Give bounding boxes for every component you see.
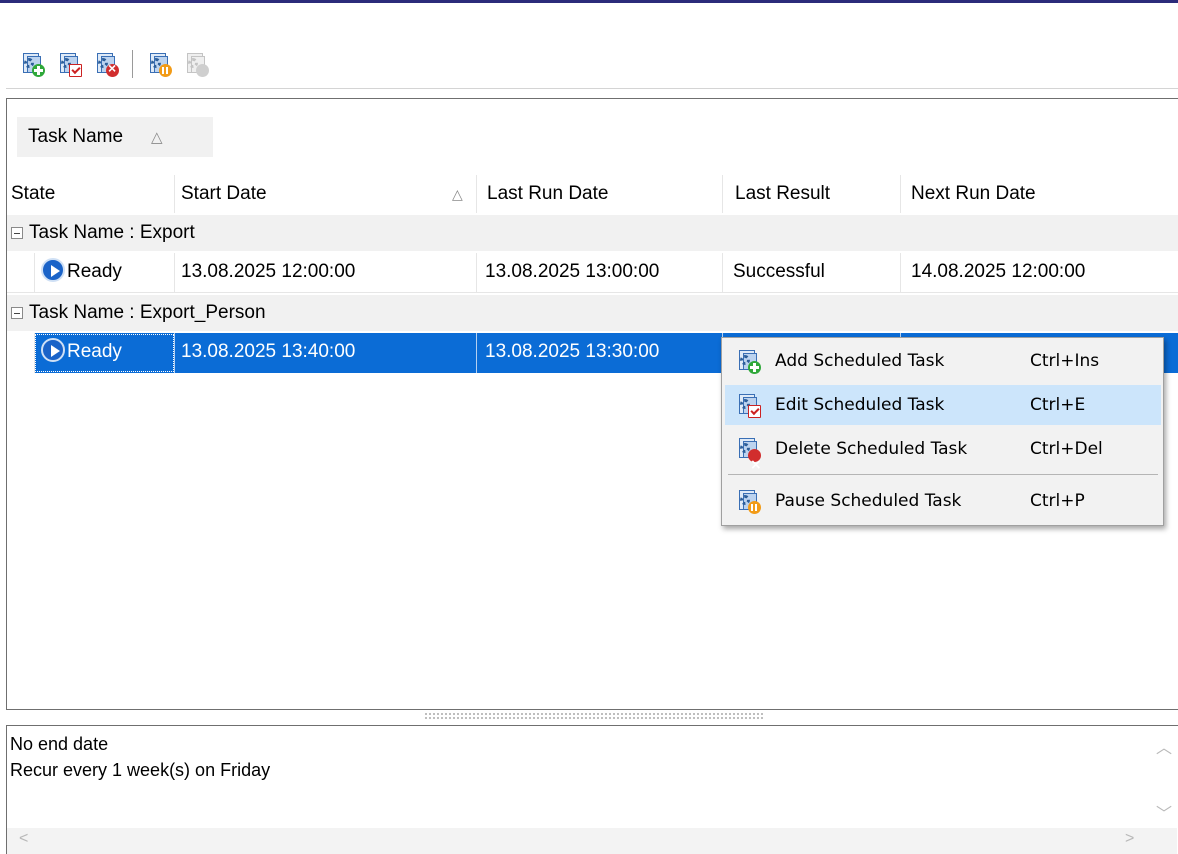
column-label: Last Run Date [487,183,609,204]
column-label: Next Run Date [911,183,1036,204]
toolbar [18,48,219,80]
chevron-up-icon[interactable]: ︿ [1156,734,1172,758]
last-result-cell: Successful [723,253,901,293]
horizontal-scrollbar[interactable]: < > [7,828,1177,854]
group-label: Task Name : Export_Person [29,302,266,323]
next-run-date-cell: 14.08.2025 12:00:00 [911,261,1086,282]
menu-item-shortcut: Ctrl+P [1030,491,1085,511]
menu-item-label: Delete Scheduled Task [775,439,968,459]
group-row-export[interactable]: Task Name : Export [7,215,1178,251]
column-header-last-result[interactable]: Last Result [723,175,901,213]
group-by-task-name[interactable]: Task Name △ [17,117,213,157]
menu-item-delete-scheduled-task[interactable]: Delete Scheduled Task Ctrl+Del [725,429,1161,485]
table-row[interactable]: Ready 13.08.2025 12:00:00 13.08.2025 13:… [7,253,1178,293]
menu-item-pause-scheduled-task[interactable]: Pause Scheduled Task Ctrl+P [725,481,1161,521]
column-label: Last Result [735,183,831,204]
task-details-memo[interactable]: No end date Recur every 1 week(s) on Fri… [6,725,1178,854]
sort-ascending-icon: △ [151,129,163,146]
group-by-label: Task Name [28,126,124,147]
task-resume-icon [185,53,209,77]
panel-splitter[interactable] [424,712,764,720]
task-pause-icon [148,53,172,77]
pause-task-button[interactable] [145,50,173,78]
menu-item-label: Edit Scheduled Task [775,395,945,415]
start-date-cell: 13.08.2025 13:40:00 [175,333,477,373]
chevron-left-icon[interactable]: < [19,830,28,848]
toolbar-divider [6,88,1178,89]
column-label: State [11,183,56,204]
menu-item-label: Add Scheduled Task [775,351,945,371]
task-delete-icon [737,438,762,485]
group-by-panel: Task Name △ [7,99,1178,175]
column-header-last-run-date[interactable]: Last Run Date [477,175,723,213]
menu-item-label: Pause Scheduled Task [775,491,962,511]
group-row-export-person[interactable]: Task Name : Export_Person [7,295,1178,331]
edit-task-button[interactable] [55,50,83,78]
menu-item-shortcut: Ctrl+E [1030,395,1086,415]
menu-item-shortcut: Ctrl+Del [1030,439,1103,459]
state-text: Ready [67,341,122,362]
column-header-state[interactable]: State [7,175,175,213]
ready-state-icon [41,338,65,363]
column-header-row: State Start Date △ Last Run Date Last Re… [7,175,1178,213]
add-task-button[interactable] [18,50,46,78]
state-cell: Ready [34,333,175,373]
menu-item-edit-scheduled-task[interactable]: Edit Scheduled Task Ctrl+E [725,385,1161,425]
toolbar-separator [132,50,133,78]
collapse-icon[interactable] [11,307,23,319]
last-run-date-cell: 13.08.2025 13:00:00 [477,253,723,293]
task-edit-icon [737,394,761,418]
collapse-icon[interactable] [11,227,23,239]
state-cell: Ready [34,253,175,293]
window-top-border [0,0,1178,3]
menu-item-add-scheduled-task[interactable]: Add Scheduled Task Ctrl+Ins [725,341,1161,381]
column-label: Start Date [181,183,267,204]
details-line: No end date [10,734,109,754]
chevron-down-icon[interactable]: ﹀ [1156,800,1172,824]
column-header-start-date[interactable]: Start Date △ [175,175,477,213]
vertical-scrollbar[interactable]: ︿ ﹀ [1146,726,1178,828]
task-delete-icon [95,53,119,77]
details-line: Recur every 1 week(s) on Friday [10,760,271,780]
menu-separator [728,474,1158,475]
start-date-cell: 13.08.2025 12:00:00 [175,253,477,293]
task-add-icon [21,53,45,77]
menu-item-shortcut: Ctrl+Ins [1030,351,1100,371]
column-header-next-run-date[interactable]: Next Run Date [901,175,1178,213]
task-add-icon [737,350,761,374]
task-edit-icon [58,53,82,77]
last-run-date-cell: 13.08.2025 13:30:00 [477,333,723,373]
context-menu: Add Scheduled Task Ctrl+Ins Edit Schedul… [721,337,1164,526]
state-text: Ready [67,261,122,282]
chevron-right-icon[interactable]: > [1125,830,1134,848]
ready-state-icon [41,258,65,283]
task-pause-icon [737,490,761,514]
sort-ascending-icon: △ [452,186,463,202]
resume-task-button[interactable] [182,50,210,78]
group-label: Task Name : Export [29,222,195,243]
delete-task-button[interactable] [92,50,120,78]
